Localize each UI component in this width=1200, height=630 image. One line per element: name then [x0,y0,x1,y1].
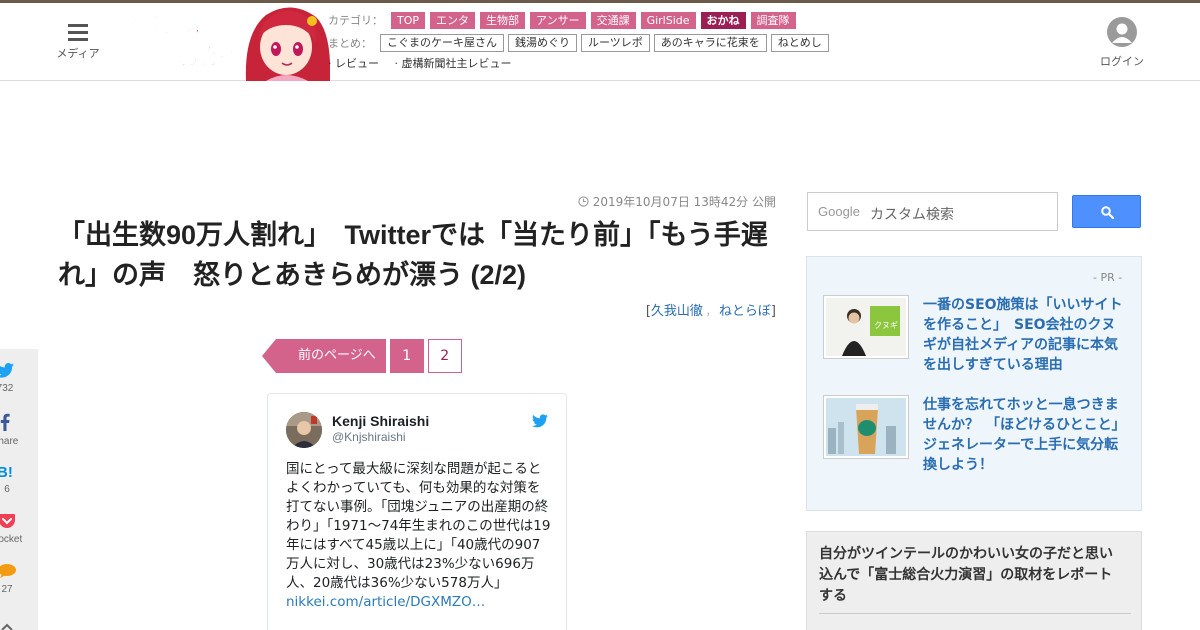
related-article-box: 自分がツインテールのかわいい女の子だと思い込んで「富士総合火力演習」の取材をレポ… [806,531,1142,630]
pr-item-title[interactable]: 一番のSEO施策は「いいサイトを作ること」 SEO会社のクヌギが自社メディアの記… [923,295,1128,375]
login-button[interactable]: ログイン [1100,17,1144,69]
review-link[interactable]: · レビュー [328,57,379,70]
comment-count: 27 [1,584,13,595]
svg-text:B!: B! [0,464,13,479]
pr-thumbnail[interactable]: クヌギ [823,295,909,359]
custom-search-box[interactable]: Google カスタム検索 [807,192,1058,231]
pr-label: - PR - [1093,271,1123,284]
tweet-author-handle[interactable]: @Knjshiraishi [332,430,406,444]
kyoko-review-link[interactable]: · 虚構新聞社主レビュー [395,57,512,70]
page-1-link[interactable]: 1 [389,339,424,373]
author-line: [久我山徹，ねとらぼ] [520,300,776,319]
tweet-avatar[interactable] [286,412,322,448]
clock-icon [578,196,589,207]
matome-koguma[interactable]: こぐまのケーキ屋さん [380,34,504,52]
pr-box: - PR - クヌギ 一番のSEO施策は「いいサイトを作ること」 SEO会社のク… [806,256,1142,511]
user-avatar-icon [1107,17,1137,47]
author-link-nlab[interactable]: ねとらぼ [719,304,771,319]
share-more[interactable] [0,617,26,630]
hamburger-icon [68,24,88,41]
share-comments[interactable]: 27 [0,563,26,595]
matome-row: まとめ： こぐまのケーキ屋さん 銭湯めぐり ルーツレポ あのキャラに花束を ねと… [328,32,848,54]
article-title: 「出生数90万人割れ」 Twitterでは「当たり前」「もう手遅れ」の声 怒りと… [58,220,768,290]
search-icon [1101,206,1114,219]
author-close-bracket: ] [770,304,776,319]
matome-row-label: まとめ： [328,37,372,50]
share-facebook[interactable]: Share [0,413,24,447]
author-link-kugayama[interactable]: 久我山徹 [651,304,703,319]
share-hatena[interactable]: B! 6 [0,463,26,495]
hatena-bookmark-icon: B! [0,464,13,481]
tweet-author-name[interactable]: Kenji Shiraishi [332,413,429,429]
category-kotsuka[interactable]: 交通課 [590,11,636,29]
site-logo[interactable]: ねとらぼ おかね [126,3,330,81]
share-bar: 732 Share B! 6 Pocket 27 [0,349,38,630]
matome-sento[interactable]: 銭湯めぐり [508,34,577,52]
category-answer[interactable]: アンサー [530,11,586,29]
chevron-up-icon [1,623,13,630]
category-girlside[interactable]: GirlSide [640,11,696,29]
search-button[interactable] [1072,195,1141,228]
svg-text:クヌギ: クヌギ [874,321,898,330]
share-pocket[interactable]: Pocket [0,513,26,545]
tweet-body: 国にとって最大級に深刻な問題が起こるとよくわかっていても、何も効果的な対策を打て… [286,460,552,612]
facebook-icon [0,413,10,431]
logo-mascot-icon: ねとらぼ おかね [128,7,330,81]
media-menu-button[interactable]: メディア [52,21,104,67]
site-header: メディア ねとらぼ おかね カテゴリ： TOP エンタ 生物部 アンサー 交通課… [0,3,1200,81]
publish-date: 2019年10月07日 13時42分 公開 [520,193,776,210]
embedded-tweet[interactable]: Kenji Shiraishi @Knjshiraishi 国にとって最大級に深… [267,393,567,630]
category-okane[interactable]: おかね [700,11,746,29]
media-menu-label: メディア [56,47,100,60]
hatena-share-count: 6 [4,484,10,495]
publish-date-text: 2019年10月07日 13時42分 公開 [592,195,776,209]
related-article-title[interactable]: 自分がツインテールのかわいい女の子だと思い込んで「富士総合火力演習」の取材をレポ… [819,544,1119,607]
pagination: 前のページへ 1 2 [262,339,466,373]
pocket-share-label: Pocket [0,534,23,545]
category-top[interactable]: TOP [391,11,426,29]
category-row: カテゴリ： TOP エンタ 生物部 アンサー 交通課 GirlSide おかね … [328,9,848,31]
category-row-label: カテゴリ： [328,14,383,27]
category-enta[interactable]: エンタ [430,11,476,29]
matome-roots[interactable]: ルーツレポ [581,34,650,52]
tweet-avatar-icon [286,412,322,448]
category-nav: カテゴリ： TOP エンタ 生物部 アンサー 交通課 GirlSide おかね … [328,9,848,71]
page-2-current[interactable]: 2 [427,339,462,373]
search-input-placeholder: カスタム検索 [870,207,954,223]
pr-item-title[interactable]: 仕事を忘れてホッと一息つきませんか？ 「ほどけるひとこと」ジェネレーターで上手に… [923,395,1128,475]
google-logo: Google [818,204,860,219]
facebook-share-label: Share [0,436,19,447]
category-seibutsubu[interactable]: 生物部 [480,11,526,29]
login-label: ログイン [1100,55,1144,68]
pocket-icon [0,514,15,528]
category-chosatai[interactable]: 調査隊 [750,11,796,29]
pr-thumbnail-image [826,398,906,456]
ad-space [0,82,1200,182]
divider [819,613,1131,614]
svg-text:おかね: おかね [176,43,248,71]
matome-hanataba[interactable]: あのキャラに花束を [653,34,767,52]
matome-netomeshi[interactable]: ねとめし [770,34,829,52]
twitter-icon [0,363,14,378]
prev-page-button[interactable]: 前のページへ [262,339,386,373]
pr-thumbnail-image: クヌギ [826,298,906,356]
share-twitter[interactable]: 732 [0,363,24,394]
comment-bubble-icon [0,564,16,578]
author-separator: ， [705,307,716,318]
pr-thumbnail[interactable] [823,395,909,459]
twitter-share-count: 732 [0,383,14,394]
tweet-link[interactable]: nikkei.com/article/DGXMZO… [286,594,485,610]
svg-text:ねとらぼ: ねとらぼ [128,14,217,39]
review-row: · レビュー · 虚構新聞社主レビュー [328,55,848,71]
tweet-text: 国にとって最大級に深刻な問題が起こるとよくわかっていても、何も効果的な対策を打て… [286,461,551,591]
twitter-bird-icon[interactable] [532,414,548,428]
